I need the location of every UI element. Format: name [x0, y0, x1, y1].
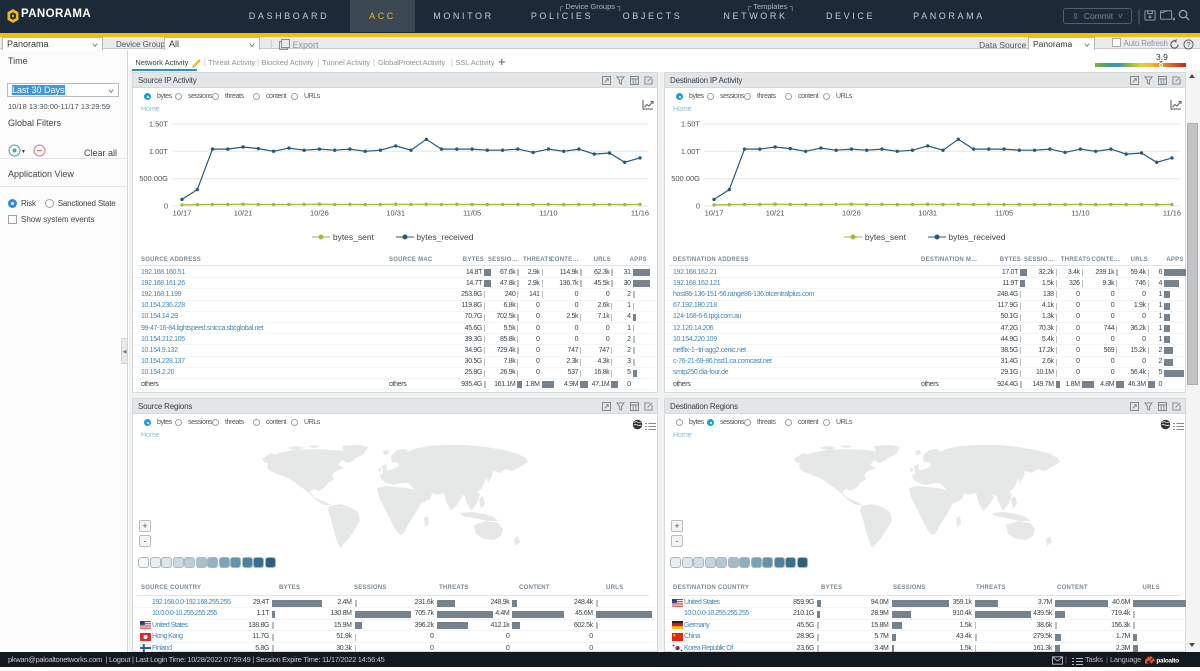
- svg-text:0: 0: [696, 202, 700, 211]
- svg-text:1.50T: 1.50T: [681, 121, 701, 129]
- svg-text:500.00G: 500.00G: [671, 174, 700, 183]
- svg-text:paloalto: paloalto: [1156, 657, 1179, 664]
- svg-text:1.50T: 1.50T: [149, 121, 169, 129]
- svg-text:1.00T: 1.00T: [681, 147, 701, 156]
- svg-text:11/05: 11/05: [463, 209, 481, 218]
- svg-text:11/16: 11/16: [631, 209, 649, 218]
- svg-text:11/10: 11/10: [1071, 209, 1089, 218]
- svg-text:0: 0: [164, 202, 168, 211]
- svg-text:10/31: 10/31: [918, 209, 937, 218]
- svg-text:10/17: 10/17: [173, 209, 192, 218]
- svg-text:1.00T: 1.00T: [149, 147, 169, 156]
- svg-text:10/21: 10/21: [766, 209, 785, 218]
- svg-text:11/16: 11/16: [1163, 209, 1181, 218]
- svg-text:11/05: 11/05: [995, 209, 1013, 218]
- svg-text:10/26: 10/26: [310, 209, 329, 218]
- svg-text:11/10: 11/10: [539, 209, 557, 218]
- svg-text:10/31: 10/31: [386, 209, 405, 218]
- svg-text:?: ?: [1186, 40, 1190, 49]
- svg-text:10/21: 10/21: [234, 209, 253, 218]
- svg-text:10/26: 10/26: [842, 209, 861, 218]
- svg-text:500.00G: 500.00G: [139, 174, 168, 183]
- svg-text:10/17: 10/17: [705, 209, 724, 218]
